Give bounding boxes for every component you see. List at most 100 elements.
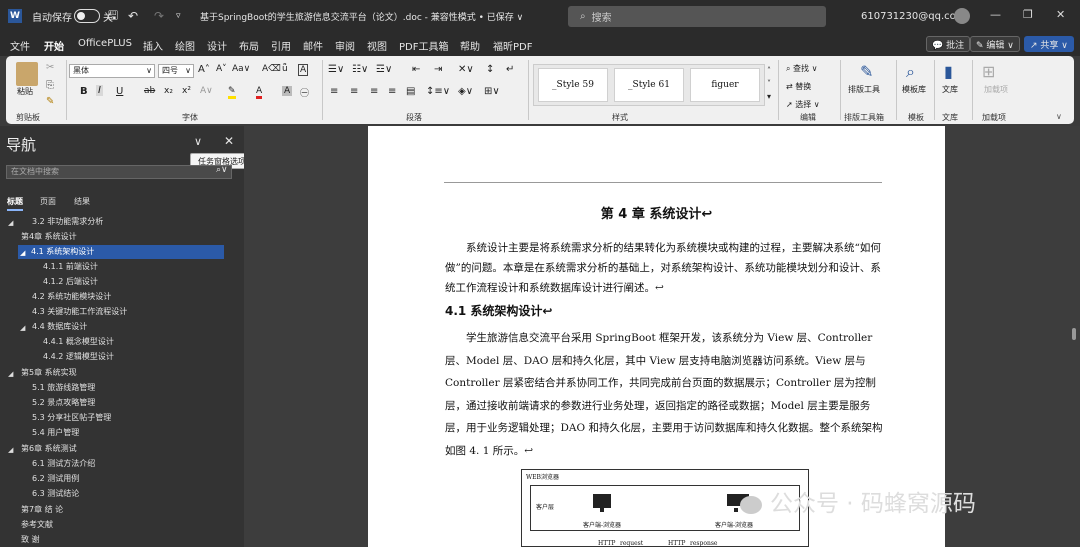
search-box[interactable]: ⌕ 搜索 bbox=[568, 6, 826, 27]
font-name-select[interactable]: 黑体 ∨ bbox=[69, 64, 155, 78]
shrink-font-icon[interactable]: A˅ bbox=[216, 64, 227, 74]
line-spacing-icon[interactable]: ↕≡∨ bbox=[426, 86, 450, 97]
tab-foxit-pdf[interactable]: 福昕PDF bbox=[493, 38, 532, 53]
nav-heading-item[interactable]: 4.4 数据库设计 bbox=[32, 320, 87, 334]
redo-icon[interactable]: ↷ bbox=[154, 0, 164, 32]
tab-references[interactable]: 引用 bbox=[271, 38, 291, 53]
nav-heading-item[interactable]: 第5章 系统实现 bbox=[21, 366, 77, 380]
style-card[interactable]: figuer bbox=[690, 68, 760, 102]
editing-mode-button[interactable]: ✎ 编辑 ∨ bbox=[970, 36, 1020, 52]
undo-icon[interactable]: ↶ bbox=[128, 0, 138, 32]
tab-insert[interactable]: 插入 bbox=[143, 38, 163, 53]
restore-icon[interactable]: ❐ bbox=[1023, 8, 1033, 21]
nav-heading-item[interactable]: 3.2 非功能需求分析 bbox=[32, 215, 103, 229]
tab-home[interactable]: 开始 bbox=[44, 38, 64, 58]
template-library-label[interactable]: 模板库 bbox=[902, 84, 926, 95]
caret-down-icon[interactable]: ◢ bbox=[20, 249, 25, 257]
tab-review[interactable]: 审阅 bbox=[335, 38, 355, 53]
align-right-icon[interactable]: ≡ bbox=[370, 86, 378, 97]
format-painter-icon[interactable]: ✎ bbox=[46, 96, 54, 107]
chinese-layout-icon[interactable]: ✕∨ bbox=[458, 64, 474, 75]
tab-mailings[interactable]: 邮件 bbox=[303, 38, 323, 53]
tab-layout[interactable]: 布局 bbox=[239, 38, 259, 53]
search-icon[interactable]: ⌕∨ bbox=[216, 165, 228, 175]
minimize-icon[interactable]: — bbox=[990, 8, 1001, 21]
vertical-scrollbar[interactable] bbox=[1072, 328, 1076, 340]
nav-search-input[interactable]: 在文档中搜索 bbox=[6, 165, 232, 179]
library-icon[interactable]: ▮ bbox=[944, 62, 953, 81]
find-button[interactable]: ⌕ 查找 ∨ bbox=[786, 60, 820, 78]
caret-down-icon[interactable]: ◢ bbox=[20, 324, 25, 332]
tab-pdf-toolbox[interactable]: PDF工具箱 bbox=[399, 38, 448, 53]
grow-font-icon[interactable]: A˄ bbox=[198, 64, 210, 75]
nav-heading-item[interactable]: 参考文献 bbox=[21, 518, 53, 532]
autosave-toggle[interactable]: 关 bbox=[70, 0, 113, 32]
nav-heading-item[interactable]: 6.2 测试用例 bbox=[32, 472, 79, 486]
library-label[interactable]: 文库 bbox=[942, 84, 958, 95]
layout-tool-icon[interactable]: ✎ bbox=[860, 62, 873, 81]
bullets-icon[interactable]: ☰∨ bbox=[328, 64, 344, 75]
nav-heading-item[interactable]: 4.4.2 逻辑模型设计 bbox=[43, 350, 114, 364]
caret-down-icon[interactable]: ◢ bbox=[8, 219, 13, 227]
account-email[interactable]: 610731230@qq.com bbox=[861, 11, 966, 22]
template-library-icon[interactable]: ⌕ bbox=[906, 62, 915, 82]
tab-help[interactable]: 帮助 bbox=[460, 38, 480, 53]
decrease-indent-icon[interactable]: ⇤ bbox=[412, 64, 420, 75]
tab-officeplus[interactable]: OfficePLUS bbox=[78, 38, 132, 49]
caret-down-icon[interactable]: ◢ bbox=[8, 370, 13, 378]
share-button[interactable]: ↗ 共享 ∨ bbox=[1024, 36, 1074, 52]
paste-icon[interactable] bbox=[16, 62, 38, 86]
nav-heading-item[interactable]: 6.3 测试结论 bbox=[32, 487, 79, 501]
justify-icon[interactable]: ≡ bbox=[388, 86, 396, 97]
nav-heading-item[interactable]: 第7章 结 论 bbox=[21, 503, 63, 517]
align-center-icon[interactable]: ≡ bbox=[350, 86, 358, 97]
character-border-icon[interactable]: A bbox=[298, 64, 309, 76]
save-icon[interactable]: 🖫 bbox=[108, 0, 118, 32]
addins-label[interactable]: 加载项 bbox=[984, 84, 1008, 95]
nav-heading-item[interactable]: 4.3 关键功能工作流程设计 bbox=[32, 305, 127, 319]
nav-heading-item[interactable]: 6.1 测试方法介绍 bbox=[32, 457, 95, 471]
character-shading-icon[interactable]: A bbox=[282, 86, 293, 96]
tab-draw[interactable]: 绘图 bbox=[175, 38, 195, 53]
enclose-character-icon[interactable]: ㊀ bbox=[300, 86, 309, 99]
tab-view[interactable]: 视图 bbox=[367, 38, 387, 53]
numbering-icon[interactable]: ☷∨ bbox=[352, 64, 368, 75]
nav-heading-item[interactable]: 4.1.1 前端设计 bbox=[43, 260, 98, 274]
nav-heading-item[interactable]: 4.2 系统功能模块设计 bbox=[32, 290, 111, 304]
tab-results[interactable]: 结果 bbox=[74, 196, 90, 207]
borders-icon[interactable]: ⊞∨ bbox=[484, 86, 500, 97]
text-effects-icon[interactable]: A∨ bbox=[200, 86, 213, 96]
nav-heading-item[interactable]: 5.3 分享社区帖子管理 bbox=[32, 411, 111, 425]
styles-scroll-icon[interactable]: ˄ ˅ ▾ bbox=[767, 64, 771, 103]
nav-heading-item[interactable]: 致 谢 bbox=[21, 533, 40, 547]
superscript-icon[interactable]: x² bbox=[182, 86, 191, 96]
nav-heading-item[interactable]: 4.1 系统架构设计 bbox=[18, 245, 224, 259]
style-card[interactable]: _Style 59 bbox=[538, 68, 608, 102]
chevron-down-icon[interactable]: ∨ bbox=[194, 135, 202, 148]
shading-icon[interactable]: ◈∨ bbox=[458, 86, 473, 97]
replace-button[interactable]: ⇄ 替换 bbox=[786, 78, 820, 96]
cut-icon[interactable]: ✂ bbox=[46, 62, 54, 73]
style-card[interactable]: _Style 61 bbox=[614, 68, 684, 102]
underline-icon[interactable]: U bbox=[116, 86, 123, 97]
change-case-icon[interactable]: Aa∨ bbox=[232, 64, 250, 74]
distributed-icon[interactable]: ▤ bbox=[406, 86, 415, 97]
tab-pages[interactable]: 页面 bbox=[40, 196, 56, 207]
nav-heading-item[interactable]: 5.1 旅游线路管理 bbox=[32, 381, 95, 395]
copy-icon[interactable]: ⎘ bbox=[46, 80, 54, 91]
font-size-select[interactable]: 四号 ∨ bbox=[158, 64, 194, 78]
comments-button[interactable]: 💬 批注 bbox=[926, 36, 971, 52]
phonetic-guide-icon[interactable]: ǖ bbox=[282, 64, 288, 74]
caret-down-icon[interactable]: ◢ bbox=[8, 446, 13, 454]
font-color-icon[interactable]: A bbox=[256, 86, 263, 99]
clear-formatting-icon[interactable]: A⌫ bbox=[262, 64, 281, 74]
nav-heading-item[interactable]: 5.4 用户管理 bbox=[32, 426, 79, 440]
subscript-icon[interactable]: x₂ bbox=[164, 86, 173, 96]
tab-headings[interactable]: 标题 bbox=[7, 196, 23, 211]
strikethrough-icon[interactable]: ab bbox=[144, 86, 155, 96]
avatar[interactable] bbox=[954, 8, 970, 24]
nav-heading-item[interactable]: 5.2 景点攻略管理 bbox=[32, 396, 95, 410]
increase-indent-icon[interactable]: ⇥ bbox=[434, 64, 442, 75]
nav-heading-item[interactable]: 第4章 系统设计 bbox=[21, 230, 77, 244]
tab-file[interactable]: 文件 bbox=[10, 38, 30, 53]
